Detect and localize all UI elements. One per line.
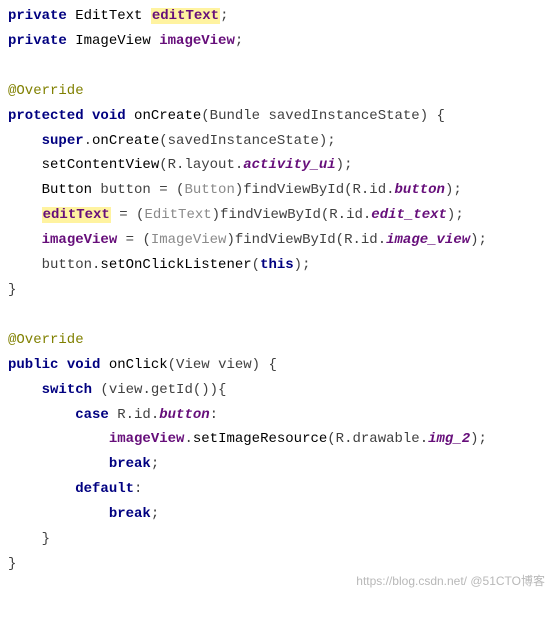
end: ); — [447, 207, 464, 223]
paren-open: ( — [252, 257, 260, 273]
paren: (R.drawable. — [327, 431, 428, 447]
keyword-switch: switch — [42, 382, 92, 398]
semicolon: ; — [220, 8, 228, 24]
keyword-private: private — [8, 33, 67, 49]
variable-imageview: imageView — [159, 33, 235, 49]
dot: . — [184, 431, 192, 447]
keyword-protected: protected — [8, 108, 84, 124]
semicolon: ; — [235, 33, 243, 49]
paren: (R.layout. — [159, 157, 243, 173]
colon: : — [210, 407, 218, 423]
mid: )findViewById(R.id. — [235, 182, 395, 198]
field-button: button — [159, 407, 209, 423]
eq-paren: = ( — [151, 182, 185, 198]
keyword-private: private — [8, 8, 67, 24]
method-oncreate: onCreate — [134, 108, 201, 124]
variable-imageview: imageView — [42, 232, 118, 248]
keyword-break: break — [109, 456, 151, 472]
type-edittext: EditText — [75, 8, 142, 24]
cast-imageview: ImageView — [151, 232, 227, 248]
method-onclick: onClick — [109, 357, 168, 373]
method-setonclicklistener: setOnClickListener — [100, 257, 251, 273]
field-edit-text: edit_text — [371, 207, 447, 223]
brace-close: } — [8, 282, 16, 298]
keyword-break: break — [109, 506, 151, 522]
eq-paren: = ( — [117, 232, 151, 248]
code-content: private EditText editText; private Image… — [8, 4, 545, 577]
params: (View view) { — [168, 357, 277, 373]
semicolon: ; — [151, 506, 159, 522]
method-setcontentview: setContentView — [42, 157, 160, 173]
colon: : — [134, 481, 142, 497]
mid: )findViewById(R.id. — [226, 232, 386, 248]
cast-edittext: EditText — [144, 207, 211, 223]
switch-expr: (view.getId()){ — [92, 382, 226, 398]
method-setimageresource: setImageResource — [193, 431, 327, 447]
variable-imageview: imageView — [109, 431, 185, 447]
keyword-void: void — [92, 108, 126, 124]
semicolon: ; — [151, 456, 159, 472]
brace-close: } — [8, 556, 16, 572]
paren-close: ); — [294, 257, 311, 273]
keyword-super: super — [42, 133, 84, 149]
brace-close: } — [42, 531, 50, 547]
code-snippet: private EditText editText; private Image… — [0, 0, 553, 591]
field-img-2: img_2 — [428, 431, 470, 447]
params: (Bundle savedInstanceState) { — [201, 108, 445, 124]
keyword-case: case — [75, 407, 109, 423]
type-button: Button — [42, 182, 101, 198]
method-oncreate: onCreate — [92, 133, 159, 149]
eq-paren: = ( — [111, 207, 145, 223]
var-button: button — [100, 182, 150, 198]
variable-edittext: editText — [151, 8, 220, 24]
paren-close: ); — [470, 431, 487, 447]
keyword-public: public — [8, 357, 58, 373]
end: ); — [470, 232, 487, 248]
annotation-override: @Override — [8, 332, 84, 348]
end: ); — [445, 182, 462, 198]
field-image-view: image_view — [386, 232, 470, 248]
paren-close: ); — [336, 157, 353, 173]
annotation-override: @Override — [8, 83, 84, 99]
field-activity-ui: activity_ui — [243, 157, 335, 173]
keyword-default: default — [75, 481, 134, 497]
args: (savedInstanceState); — [159, 133, 335, 149]
field-button: button — [395, 182, 445, 198]
keyword-this: this — [260, 257, 294, 273]
dot: . — [84, 133, 92, 149]
type-imageview: ImageView — [75, 33, 151, 49]
keyword-void: void — [67, 357, 101, 373]
obj: button. — [42, 257, 101, 273]
variable-edittext: editText — [42, 207, 111, 223]
case-pre: R.id. — [109, 407, 159, 423]
cast-button: Button — [184, 182, 234, 198]
mid: )findViewById(R.id. — [212, 207, 372, 223]
